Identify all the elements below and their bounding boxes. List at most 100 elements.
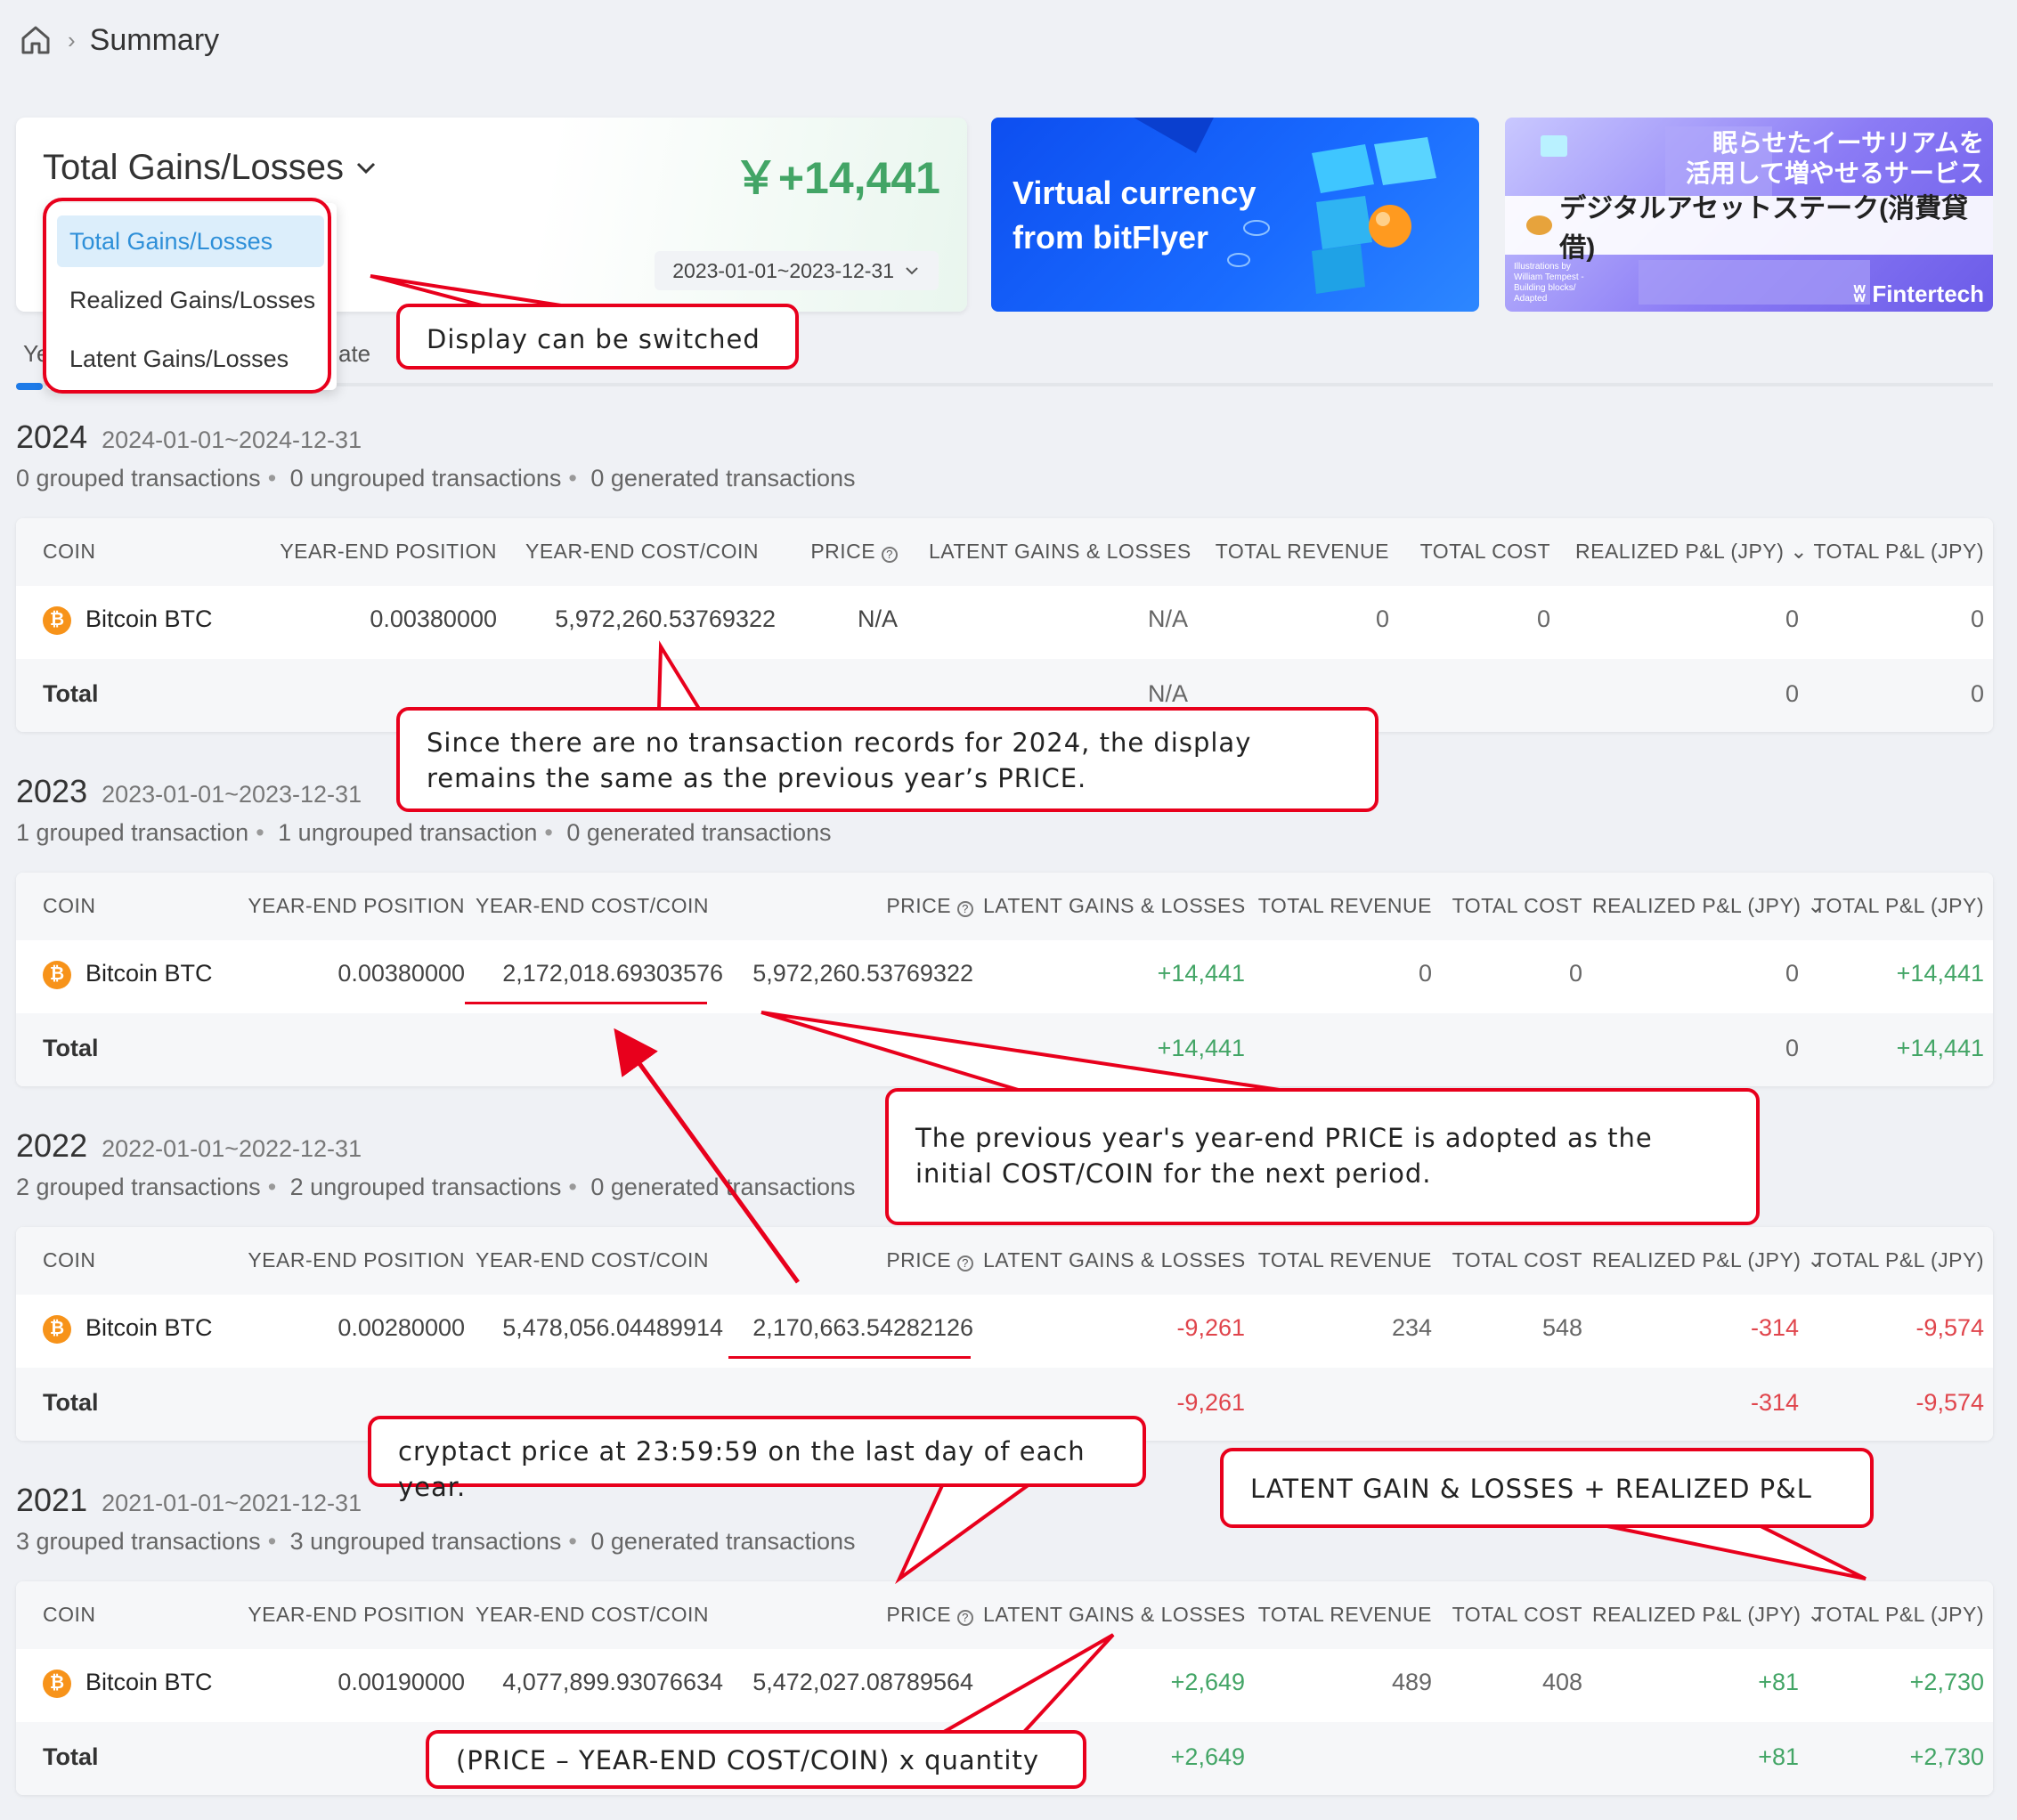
callout-adopted: The previous year's year-end PRICE is ad… — [885, 1088, 1760, 1225]
coin-cell: ₿ Bitcoin BTC — [43, 960, 213, 989]
total-latent-cell: N/A — [1147, 680, 1188, 707]
total-pl-total-cell: +2,730 — [1909, 1743, 1984, 1770]
total-pl-total-cell: +14,441 — [1896, 1035, 1984, 1061]
total-cost-cell: 0 — [1536, 605, 1550, 632]
year-number: 2023 — [16, 773, 88, 809]
year-range: 2022-01-01~2022-12-31 — [102, 1135, 362, 1162]
ungrouped-count: 1 ungrouped transaction — [278, 819, 538, 846]
grouped-count: 0 grouped transactions — [16, 465, 261, 492]
col-total-pl: TOTAL P&L (JPY) — [1813, 1603, 1984, 1626]
revenue-cell: 489 — [1391, 1669, 1432, 1695]
position-cell: 0.00280000 — [338, 1314, 465, 1341]
total-realized-cell: 0 — [1785, 1035, 1799, 1061]
bitflyer-banner[interactable]: Virtual currency from bitFlyer — [991, 118, 1479, 312]
col-realized[interactable]: REALIZED P&L (JPY) ⌄ — [1592, 1603, 1825, 1627]
tab-other[interactable]: ate — [338, 340, 370, 368]
year-table: COIN YEAR-END POSITION YEAR-END COST/COI… — [16, 518, 1993, 732]
callout-switch: Display can be switched — [396, 304, 799, 370]
year-number: 2022 — [16, 1127, 88, 1164]
col-price[interactable]: PRICE ? — [794, 540, 898, 564]
banner-jp-line-1: 眠らせたイーサリアムを — [1712, 129, 1984, 157]
col-position: YEAR-END POSITION — [280, 540, 497, 563]
home-icon[interactable] — [18, 22, 53, 58]
col-coin: COIN — [43, 1248, 96, 1272]
transaction-counts: 2 grouped transactions • 2 ungrouped tran… — [16, 1174, 856, 1200]
latent-cell: +14,441 — [1157, 960, 1245, 987]
col-price[interactable]: PRICE ? — [734, 1603, 973, 1627]
col-total-pl: TOTAL P&L (JPY) — [1813, 540, 1984, 563]
col-coin: COIN — [43, 540, 96, 563]
total-pl-cell: -9,574 — [1915, 1314, 1984, 1341]
transaction-counts: 3 grouped transactions • 3 ungrouped tran… — [16, 1528, 856, 1555]
table-row[interactable]: ₿ Bitcoin BTC 0.00190000 4,077,899.930766… — [16, 1649, 1993, 1722]
total-cost-cell: 0 — [1568, 960, 1582, 987]
revenue-cell: 0 — [1418, 960, 1432, 987]
total-cost-cell: 548 — [1541, 1314, 1582, 1341]
chevron-right-icon: › — [68, 26, 76, 53]
ungrouped-count: 0 ungrouped transactions — [289, 465, 562, 492]
year-heading: 2024 2024-01-01~2024-12-31 — [16, 418, 362, 456]
total-realized-cell: 0 — [1785, 680, 1799, 707]
help-icon[interactable]: ? — [957, 901, 973, 917]
total-cost-cell: 408 — [1541, 1669, 1582, 1695]
col-price[interactable]: PRICE ? — [734, 894, 973, 918]
latent-cell: N/A — [1147, 605, 1188, 632]
realized-cell: 0 — [1785, 960, 1799, 987]
bitcoin-icon: ₿ — [43, 605, 71, 635]
banner-credit: Illustrations by William Tempest - Build… — [1514, 262, 1584, 304]
position-cell: 0.00380000 — [370, 605, 497, 632]
banner-jp-line-2: 活用して増やせるサービス — [1685, 159, 1984, 187]
callout-latent-formula: (PRICE – YEAR-END COST/COIN) x quantity — [426, 1730, 1086, 1789]
chevron-down-icon — [906, 267, 918, 275]
col-revenue: TOTAL REVENUE — [1257, 1603, 1432, 1626]
latent-cell: +2,649 — [1170, 1669, 1245, 1695]
gains-type-selector[interactable]: Total Gains/Losses — [43, 148, 379, 188]
col-cost: YEAR-END COST/COIN — [476, 1603, 710, 1626]
year-heading: 2023 2023-01-01~2023-12-31 — [16, 773, 362, 810]
table-row[interactable]: ₿ Bitcoin BTC 0.00280000 5,478,056.044899… — [16, 1295, 1993, 1368]
col-position: YEAR-END POSITION — [248, 894, 465, 917]
breadcrumb-current: Summary — [89, 22, 220, 57]
callout-cryptact: cryptact price at 23:59:59 on the last d… — [368, 1416, 1146, 1502]
col-realized[interactable]: REALIZED P&L (JPY) ⌄ — [1575, 540, 1808, 564]
revenue-cell: 234 — [1391, 1314, 1432, 1341]
total-pl-total-cell: 0 — [1970, 680, 1984, 707]
chevron-down-icon: ⌄ — [1784, 540, 1809, 563]
col-total-pl: TOTAL P&L (JPY) — [1813, 1248, 1984, 1272]
date-range-text: 2023-01-01~2023-12-31 — [672, 258, 894, 282]
col-cost: YEAR-END COST/COIN — [476, 894, 710, 917]
annotation-underline — [465, 1002, 707, 1004]
col-price[interactable]: PRICE ? — [734, 1248, 973, 1272]
table-row[interactable]: ₿ Bitcoin BTC 0.00380000 2,172,018.693035… — [16, 940, 1993, 1013]
col-realized[interactable]: REALIZED P&L (JPY) ⌄ — [1592, 894, 1825, 918]
annotation-underline — [728, 1356, 971, 1359]
callout-no-records: Since there are no transaction records f… — [396, 707, 1379, 812]
col-revenue: TOTAL REVENUE — [1257, 894, 1432, 917]
position-cell: 0.00190000 — [338, 1669, 465, 1695]
help-icon[interactable]: ? — [957, 1255, 973, 1272]
date-range-selector[interactable]: 2023-01-01~2023-12-31 — [655, 251, 939, 290]
total-label: Total — [43, 1389, 99, 1416]
year-range: 2024-01-01~2024-12-31 — [102, 427, 362, 453]
col-position: YEAR-END POSITION — [248, 1603, 465, 1626]
help-icon[interactable]: ? — [882, 547, 898, 563]
total-pl-cell: +2,730 — [1909, 1669, 1984, 1695]
year-table: COIN YEAR-END POSITION YEAR-END COST/COI… — [16, 1227, 1993, 1441]
generated-count: 0 generated transactions — [590, 465, 856, 492]
transaction-counts: 0 grouped transactions • 0 ungrouped tran… — [16, 465, 856, 492]
col-realized[interactable]: REALIZED P&L (JPY) ⌄ — [1592, 1248, 1825, 1272]
fintertech-banner[interactable]: 眠らせたイーサリアムを 活用して増やせるサービス デジタルアセットステーク(消費… — [1505, 118, 1993, 312]
callout-total-formula: LATENT GAIN & LOSSES + REALIZED P&L — [1220, 1448, 1874, 1528]
year-table: COIN YEAR-END POSITION YEAR-END COST/COI… — [16, 873, 1993, 1086]
help-icon[interactable]: ? — [957, 1610, 973, 1626]
table-header: COIN YEAR-END POSITION YEAR-END COST/COI… — [16, 518, 1993, 586]
total-pl-cell: +14,441 — [1896, 960, 1984, 987]
price-cell: 5,972,260.53769322 — [752, 960, 973, 987]
col-total-cost: TOTAL COST — [1452, 1603, 1582, 1626]
coin-icon — [1526, 215, 1553, 235]
table-row[interactable]: ₿ Bitcoin BTC 0.00380000 5,972,260.537693… — [16, 586, 1993, 659]
total-row: Total +14,441 0 +14,441 — [16, 1013, 1993, 1086]
total-latent-cell: +14,441 — [1157, 1035, 1245, 1061]
cost-cell: 4,077,899.93076634 — [502, 1669, 723, 1695]
price-cell: N/A — [857, 605, 898, 632]
